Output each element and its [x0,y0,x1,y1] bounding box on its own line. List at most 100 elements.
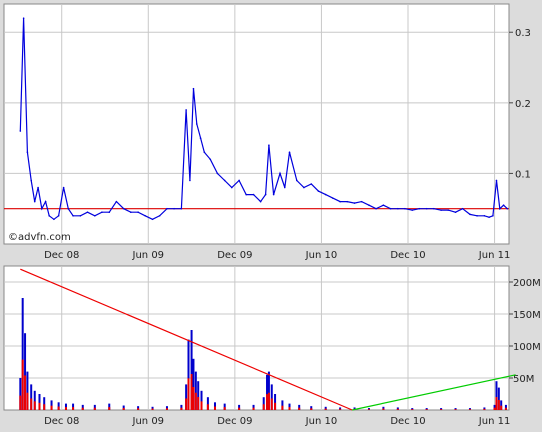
volume-bar-overlay [425,409,428,410]
price-data-point [203,151,206,154]
price-data-point [101,211,103,214]
volume-x-tick-label: Dec 10 [390,416,425,427]
price-data-point [67,207,70,210]
volume-bar-overlay [213,406,216,410]
price-data-point [62,186,65,189]
stock-chart: 0.1 0.2 0.3 Dec 08 Jun 09 Dec 09 Jun 10 Dec 10 J… [3,3,541,427]
price-data-point [216,172,219,175]
volume-bar-overlay [19,395,22,410]
volume-bar-overlay [274,402,277,410]
volume-bar-overlay [180,407,183,410]
price-data-point [94,214,96,217]
volume-bar-overlay [206,404,209,410]
volume-bar-overlay [194,392,197,410]
price-x-tick-label: Jun 10 [305,250,338,261]
price-data-point [476,214,478,217]
price-data-point [288,151,291,154]
volume-bar-overlay [33,401,36,410]
price-data-point [259,200,262,203]
price-data-point [209,158,212,161]
price-plot-area [3,3,510,245]
price-data-point [331,197,334,199]
price-data-point [129,211,132,214]
price-data-point [310,183,313,185]
volume-bar-overlay [187,378,190,410]
price-data-point [368,204,370,206]
price-data-point [230,186,233,189]
volume-bar-overlay [483,408,486,410]
volume-bar-overlay [38,402,41,410]
price-data-point [53,218,55,221]
price-data-point [346,200,349,203]
volume-bar-overlay [72,407,75,410]
volume-bar-overlay [24,375,27,410]
volume-bar-overlay [310,408,313,410]
price-data-point [488,216,490,218]
price-data-point [41,207,43,210]
volume-bar-overlay [468,409,471,410]
price-y-tick-label: 0.1 [515,169,531,180]
price-data-point [498,207,501,210]
price-data-point [353,202,356,204]
price-panel: 0.1 0.2 0.3 Dec 08 Jun 09 Dec 09 Jun 10 Dec 10 J… [3,3,531,261]
price-x-tick-label: Dec 09 [217,250,252,261]
volume-bar-overlay [122,407,125,410]
price-data-point [72,214,74,217]
volume-bar-overlay [64,407,67,410]
volume-bar-overlay [324,408,327,410]
price-data-point [44,200,47,203]
volume-x-tick-label: Dec 09 [217,416,252,427]
price-data-point [411,209,414,211]
volume-bar-overlay [192,386,195,410]
price-data-point [418,207,421,210]
price-data-point [144,214,147,217]
price-data-point [432,207,435,210]
price-data-point [492,214,494,217]
price-data-point [397,207,399,210]
volume-bar-overlay [223,407,226,410]
price-data-point [30,179,33,182]
price-data-point [425,207,428,210]
price-data-point [272,193,275,196]
volume-bar-overlay [497,399,500,410]
price-x-tick-label: Dec 10 [390,250,425,261]
chart-area: 0.1 0.2 0.3 Dec 08 Jun 09 Dec 09 Jun 10 Dec 10 J… [0,0,542,428]
price-data-point [454,211,457,214]
volume-plot-area [3,265,510,411]
price-data-point [19,130,22,132]
volume-bar-overlay [493,407,496,410]
volume-panel: 50M 100M 150M 200M Dec 08 Jun 09 Dec 09 Jun 10 D… [3,265,541,427]
volume-bar-overlay [30,398,33,410]
volume-bar-overlay [504,407,507,410]
price-data-point [268,144,270,146]
volume-bar-overlay [440,409,443,410]
price-data-point [483,214,486,217]
volume-bar-overlay [382,408,385,410]
volume-y-tick-label: 200M [513,278,541,289]
price-data-point [79,214,82,217]
price-data-point [26,151,29,154]
volume-x-tick-label: Jun 11 [478,416,511,427]
price-data-point [108,211,111,214]
price-data-point [223,179,226,182]
price-data-point [382,204,385,206]
volume-x-tick-label: Jun 09 [132,416,165,427]
price-data-point [166,207,168,210]
price-data-point [375,207,377,210]
volume-bar-overlay [197,397,200,410]
price-data-point [195,123,198,125]
watermark: ©advfn.com [8,232,71,243]
volume-y-tick-label: 100M [513,342,541,353]
volume-bar-overlay [137,408,140,410]
price-data-point [137,211,139,214]
volume-bar-overlay [81,407,84,410]
price-data-point [158,214,161,217]
price-data-point [317,190,320,192]
volume-bar-overlay [238,407,241,410]
volume-bar-overlay [43,404,46,410]
price-data-point [37,186,39,189]
volume-bar-overlay [93,407,96,410]
volume-bar-overlay [281,405,284,410]
price-data-point [48,214,50,217]
volume-bar-overlay [339,408,342,410]
